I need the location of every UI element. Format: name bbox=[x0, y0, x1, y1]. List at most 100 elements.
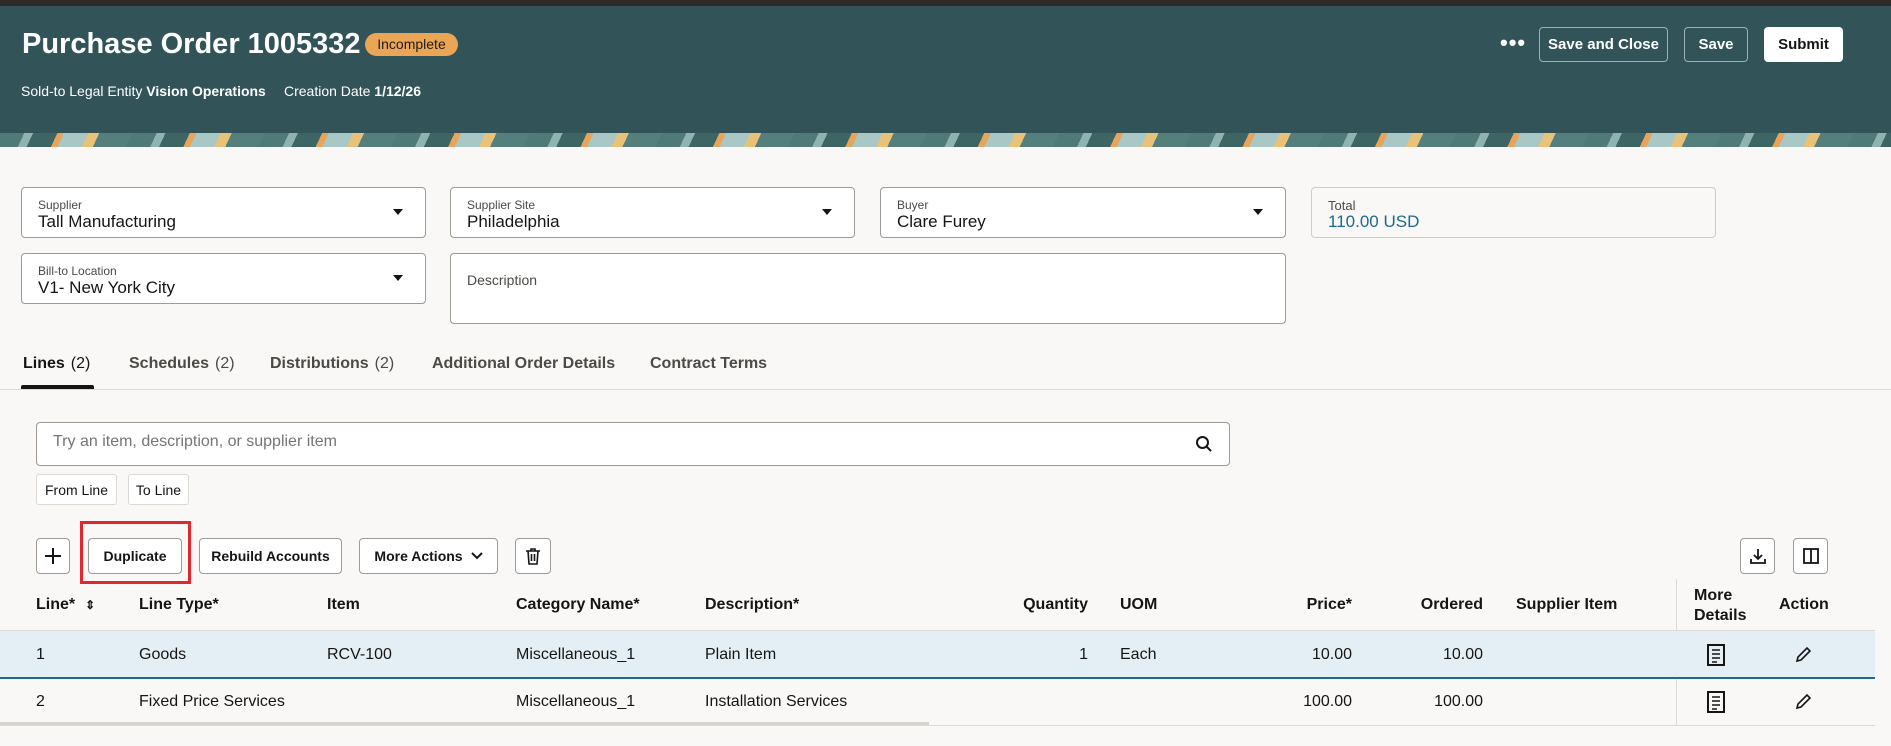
search-input[interactable] bbox=[53, 433, 1153, 451]
bill-to-value: V1- New York City bbox=[38, 278, 175, 297]
supplier-site-select[interactable]: Supplier Site Philadelphia bbox=[450, 187, 855, 238]
from-line-filter-chip[interactable]: From Line bbox=[36, 474, 117, 505]
cell-line-type: Goods bbox=[139, 646, 187, 663]
rebuild-accounts-button[interactable]: Rebuild Accounts bbox=[199, 538, 342, 574]
submit-button[interactable]: Submit bbox=[1764, 27, 1843, 62]
supplier-label: Supplier bbox=[38, 198, 83, 212]
supplier-select[interactable]: Supplier Tall Manufacturing bbox=[21, 187, 426, 238]
column-header-action: Action bbox=[1779, 596, 1829, 613]
description-input[interactable]: Description bbox=[450, 253, 1286, 324]
cell-description: Installation Services bbox=[705, 693, 848, 710]
to-line-filter-chip[interactable]: To Line bbox=[128, 474, 189, 505]
column-header-uom: UOM bbox=[1120, 596, 1158, 613]
sold-to-legal-entity: Sold-to Legal Entity Vision Operations bbox=[21, 83, 266, 99]
page-title: Purchase Order 1005332 bbox=[22, 28, 361, 60]
search-icon[interactable] bbox=[1195, 435, 1213, 453]
add-line-button[interactable] bbox=[36, 538, 70, 574]
chevron-down-icon bbox=[470, 552, 483, 560]
buyer-label: Buyer bbox=[897, 198, 929, 212]
download-icon bbox=[1749, 549, 1766, 564]
trash-icon bbox=[526, 548, 540, 565]
sort-icon[interactable]: ⇕ bbox=[85, 598, 95, 612]
caret-down-icon bbox=[1253, 209, 1263, 215]
more-actions-button[interactable]: More Actions bbox=[359, 538, 498, 574]
total-label: Total bbox=[1328, 198, 1356, 213]
column-header-price: Price* bbox=[1306, 596, 1352, 613]
page-header bbox=[0, 6, 1891, 133]
supplier-site-value: Philadelphia bbox=[467, 212, 560, 231]
save-button[interactable]: Save bbox=[1684, 27, 1748, 62]
columns-button[interactable] bbox=[1793, 538, 1828, 574]
column-header-ordered: Ordered bbox=[1420, 596, 1483, 613]
supplier-value: Tall Manufacturing bbox=[38, 212, 176, 231]
table-bottom-border bbox=[0, 725, 1875, 726]
table-row[interactable]: 2 Fixed Price Services Miscellaneous_1 I… bbox=[0, 681, 1875, 725]
bill-to-label: Bill-to Location bbox=[38, 264, 117, 278]
tab-label: Schedules bbox=[129, 355, 210, 372]
details-icon[interactable] bbox=[1705, 691, 1727, 713]
tab-count: (2) bbox=[70, 355, 91, 372]
header-label: More bbox=[1694, 587, 1733, 604]
export-button[interactable] bbox=[1740, 538, 1775, 574]
cell-ordered: 100.00 bbox=[1434, 693, 1483, 710]
tab-distributions[interactable]: Distributions (2) bbox=[270, 355, 394, 373]
details-icon[interactable] bbox=[1705, 644, 1727, 666]
decorative-banner bbox=[0, 133, 1891, 147]
cell-description: Plain Item bbox=[705, 646, 777, 663]
total-value: 110.00 USD bbox=[1328, 212, 1420, 231]
cell-category: Miscellaneous_1 bbox=[516, 646, 636, 663]
table-row[interactable]: 1 Goods RCV-100 Miscellaneous_1 Plain It… bbox=[0, 631, 1875, 679]
tab-count: (2) bbox=[215, 355, 235, 372]
creation-date-value: 1/12/26 bbox=[374, 83, 421, 99]
tab-label: Distributions bbox=[270, 355, 369, 372]
edit-icon[interactable] bbox=[1794, 646, 1812, 664]
cell-line: 2 bbox=[36, 693, 45, 710]
caret-down-icon bbox=[393, 209, 403, 215]
tab-schedules[interactable]: Schedules (2) bbox=[129, 355, 235, 373]
cell-line-type: Fixed Price Services bbox=[139, 693, 285, 710]
tab-lines[interactable]: Lines (2) bbox=[23, 355, 90, 373]
supplier-site-label: Supplier Site bbox=[467, 198, 536, 212]
more-options-icon[interactable]: ••• bbox=[1500, 30, 1526, 56]
cell-item: RCV-100 bbox=[327, 646, 392, 663]
lines-search[interactable] bbox=[36, 422, 1230, 466]
cell-price: 10.00 bbox=[1311, 646, 1352, 663]
bill-to-location-select[interactable]: Bill-to Location V1- New York City bbox=[21, 253, 426, 304]
tab-contract-terms[interactable]: Contract Terms bbox=[650, 355, 767, 373]
sold-to-value: Vision Operations bbox=[146, 83, 266, 99]
header-label: Details bbox=[1694, 607, 1747, 624]
description-label: Description bbox=[467, 272, 538, 288]
header-label: Line* bbox=[36, 596, 76, 613]
cell-uom: Each bbox=[1120, 646, 1157, 663]
cell-line: 1 bbox=[36, 646, 45, 663]
save-and-close-button[interactable]: Save and Close bbox=[1539, 27, 1668, 62]
total-field: Total 110.00 USD bbox=[1311, 187, 1716, 238]
tab-count: (2) bbox=[374, 355, 395, 372]
columns-icon bbox=[1802, 548, 1819, 564]
creation-date: Creation Date 1/12/26 bbox=[284, 83, 421, 99]
buyer-value: Clare Furey bbox=[897, 212, 986, 231]
creation-date-label: Creation Date bbox=[284, 83, 371, 99]
cell-ordered: 10.00 bbox=[1442, 646, 1483, 663]
cell-quantity: 1 bbox=[1079, 646, 1088, 663]
status-badge: Incomplete bbox=[365, 33, 458, 56]
tab-label: Lines bbox=[23, 355, 65, 372]
column-header-line[interactable]: Line* ⇕ bbox=[36, 596, 95, 614]
tab-additional-order-details[interactable]: Additional Order Details bbox=[432, 355, 615, 373]
column-header-more-details: More Details bbox=[1694, 586, 1746, 626]
sold-to-label: Sold-to Legal Entity bbox=[21, 83, 143, 99]
column-header-quantity: Quantity bbox=[1023, 596, 1088, 613]
caret-down-icon bbox=[822, 209, 832, 215]
column-header-category: Category Name* bbox=[516, 596, 640, 613]
delete-button[interactable] bbox=[515, 538, 551, 574]
column-header-supplier-item: Supplier Item bbox=[1516, 596, 1618, 613]
cell-price: 100.00 bbox=[1303, 693, 1352, 710]
caret-down-icon bbox=[393, 275, 403, 281]
column-header-description: Description* bbox=[705, 596, 800, 613]
column-header-item: Item bbox=[327, 596, 360, 613]
cell-category: Miscellaneous_1 bbox=[516, 693, 636, 710]
edit-icon[interactable] bbox=[1794, 693, 1812, 711]
plus-icon bbox=[45, 548, 61, 564]
buyer-select[interactable]: Buyer Clare Furey bbox=[880, 187, 1286, 238]
duplicate-button[interactable]: Duplicate bbox=[88, 538, 182, 574]
